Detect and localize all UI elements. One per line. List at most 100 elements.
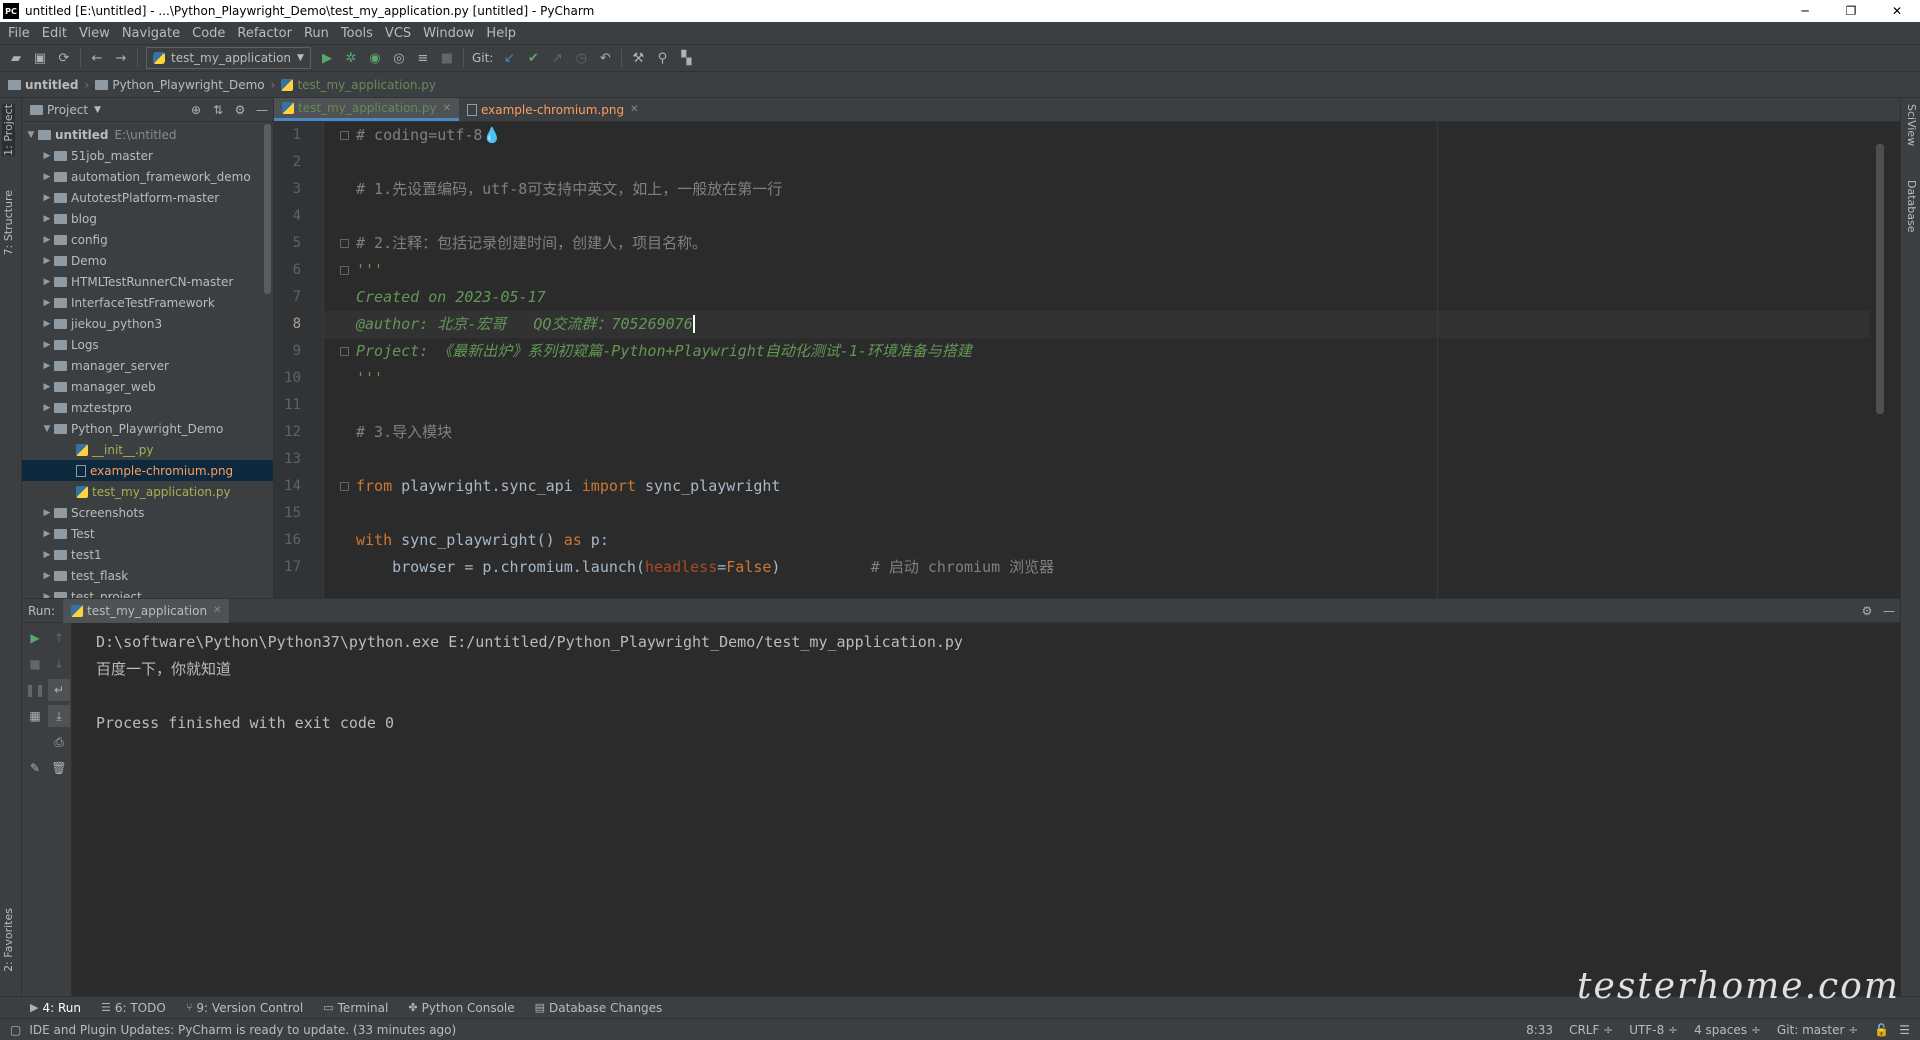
tree-folder[interactable]: ▶ InterfaceTestFramework <box>22 292 273 313</box>
fold-icon[interactable] <box>340 482 349 491</box>
close-icon[interactable]: ✕ <box>213 605 221 616</box>
tool-tab-structure[interactable]: 7: Structure <box>2 190 15 255</box>
tree-folder[interactable]: ▶ Screenshots <box>22 502 273 523</box>
tree-folder[interactable]: ▶ automation_framework_demo <box>22 166 273 187</box>
locate-icon[interactable]: ⊕ <box>185 103 207 117</box>
stop-icon[interactable]: ■ <box>24 653 46 675</box>
tree-file[interactable]: test_my_application.py <box>22 481 273 502</box>
cursor-position[interactable]: 8:33 <box>1526 1023 1553 1037</box>
menu-vcs[interactable]: VCS <box>379 26 417 41</box>
search-icon[interactable]: ⚲ <box>650 47 674 69</box>
chevron-right-icon[interactable]: ▶ <box>40 529 54 539</box>
chevron-right-icon[interactable]: ▶ <box>40 172 54 182</box>
gear-icon[interactable]: ⚙ <box>1856 604 1878 618</box>
pin-icon[interactable]: ✎ <box>24 757 46 779</box>
tree-folder[interactable]: ▶ AutotestPlatform-master <box>22 187 273 208</box>
chevron-right-icon[interactable]: ▶ <box>40 256 54 266</box>
back-icon[interactable]: ← <box>85 47 109 69</box>
tree-folder[interactable]: ▶ HTMLTestRunnerCN-master <box>22 271 273 292</box>
tree-folder[interactable]: ▶ manager_web <box>22 376 273 397</box>
menu-help[interactable]: Help <box>480 26 522 41</box>
menu-refactor[interactable]: Refactor <box>231 26 298 41</box>
tree-folder[interactable]: ▶ test_flask <box>22 565 273 586</box>
sync-icon[interactable]: ⟳ <box>52 47 76 69</box>
save-icon[interactable]: ▣ <box>28 47 52 69</box>
chevron-right-icon[interactable]: ▶ <box>40 550 54 560</box>
tool-tab-todo[interactable]: ☰ 6: TODO <box>101 1001 166 1015</box>
chevron-down-icon[interactable]: ▼ <box>40 424 54 434</box>
minimize-button[interactable]: ─ <box>1782 0 1828 22</box>
breadcrumb-item[interactable]: Python_Playwright_Demo <box>95 78 265 92</box>
tree-folder[interactable]: ▶ test1 <box>22 544 273 565</box>
tree-folder[interactable]: ▶ test_project <box>22 586 273 598</box>
tool-tab-database-changes[interactable]: ▤ Database Changes <box>535 1001 663 1015</box>
trash-icon[interactable]: 🗑 <box>48 757 70 779</box>
chevron-right-icon[interactable]: ▶ <box>40 508 54 518</box>
chevron-right-icon[interactable]: ▶ <box>40 319 54 329</box>
close-icon[interactable]: ✕ <box>630 104 638 115</box>
close-button[interactable]: ✕ <box>1874 0 1920 22</box>
tree-file-selected[interactable]: example-chromium.png <box>22 460 273 481</box>
chevron-right-icon[interactable]: ▶ <box>40 151 54 161</box>
fold-icon[interactable] <box>340 266 349 275</box>
git-commit-icon[interactable]: ✔ <box>521 47 545 69</box>
tool-tab-python-console[interactable]: ✤ Python Console <box>408 1001 514 1015</box>
indent-setting[interactable]: 4 spaces ÷ <box>1694 1023 1761 1037</box>
print-icon[interactable]: ⎙ <box>48 731 70 753</box>
collapse-all-icon[interactable]: ⇅ <box>207 103 229 117</box>
close-icon[interactable]: ✕ <box>443 103 451 114</box>
fold-icon[interactable] <box>340 131 349 140</box>
build-icon[interactable]: ≡ <box>411 47 435 69</box>
chevron-right-icon[interactable]: ▶ <box>40 277 54 287</box>
pause-icon[interactable]: ❚❚ <box>24 679 46 701</box>
tool-tab-project[interactable]: 1: Project <box>2 104 15 156</box>
lock-icon[interactable]: 🔓 <box>1874 1023 1889 1037</box>
breadcrumb-item[interactable]: test_my_application.py <box>281 78 436 92</box>
hide-icon[interactable]: — <box>1878 604 1900 618</box>
menu-run[interactable]: Run <box>298 26 335 41</box>
tree-folder[interactable]: ▶ 51job_master <box>22 145 273 166</box>
forward-icon[interactable]: → <box>109 47 133 69</box>
menu-file[interactable]: File <box>2 26 36 41</box>
chevron-right-icon[interactable]: ▶ <box>40 571 54 581</box>
soft-wrap-icon[interactable]: ↵ <box>48 679 70 701</box>
memory-icon[interactable]: ☰ <box>1899 1023 1910 1037</box>
tool-tab-terminal[interactable]: ▭ Terminal <box>323 1001 388 1015</box>
chevron-right-icon[interactable]: ▶ <box>40 298 54 308</box>
menu-window[interactable]: Window <box>417 26 480 41</box>
gear-icon[interactable]: ⚙ <box>229 103 251 117</box>
menu-tools[interactable]: Tools <box>335 26 379 41</box>
maximize-button[interactable]: ❐ <box>1828 0 1874 22</box>
lightbulb-icon[interactable]: 💧 <box>482 126 501 144</box>
file-encoding[interactable]: UTF-8 ÷ <box>1629 1023 1678 1037</box>
chevron-right-icon[interactable]: ▶ <box>40 340 54 350</box>
tool-tab-sciview[interactable]: SciView <box>1905 104 1918 146</box>
tree-folder[interactable]: ▶ Demo <box>22 250 273 271</box>
coverage-icon[interactable]: ◉ <box>363 47 387 69</box>
tool-tab-version-control[interactable]: ⑂ 9: Version Control <box>186 1001 303 1015</box>
chevron-right-icon[interactable]: ▶ <box>40 193 54 203</box>
tree-folder[interactable]: ▶ jiekou_python3 <box>22 313 273 334</box>
tree-folder[interactable]: ▶ blog <box>22 208 273 229</box>
git-push-icon[interactable]: ↗ <box>545 47 569 69</box>
down-icon[interactable]: ↓ <box>48 653 70 675</box>
run-tab[interactable]: test_my_application ✕ <box>63 598 230 623</box>
notification-icon[interactable]: ▢ <box>10 1023 21 1037</box>
tree-folder[interactable]: ▶ manager_server <box>22 355 273 376</box>
git-update-icon[interactable]: ↙ <box>497 47 521 69</box>
code-area[interactable]: 1 2 3 4 5 6 7 8 9 10 11 12 13 14 15 16 17 # coding=utf-8… <box>274 122 1900 598</box>
git-branch[interactable]: Git: master ÷ <box>1777 1023 1858 1037</box>
run-icon[interactable]: ▶ <box>315 47 339 69</box>
hide-icon[interactable]: — <box>251 103 273 117</box>
tree-folder[interactable]: ▶ config <box>22 229 273 250</box>
debug-icon[interactable]: ✲ <box>339 47 363 69</box>
history-icon[interactable]: ◷ <box>569 47 593 69</box>
editor-scrollbar[interactable] <box>1876 144 1884 414</box>
status-message[interactable]: IDE and Plugin Updates: PyCharm is ready… <box>29 1023 1526 1037</box>
layout-icon[interactable]: ▦ <box>24 705 46 727</box>
chevron-right-icon[interactable]: ▶ <box>40 235 54 245</box>
console-output[interactable]: D:\software\Python\Python37\python.exe E… <box>96 629 1880 737</box>
menu-edit[interactable]: Edit <box>36 26 73 41</box>
chevron-down-icon[interactable]: ▼ <box>24 130 38 140</box>
tool-tab-database[interactable]: Database <box>1905 180 1918 233</box>
